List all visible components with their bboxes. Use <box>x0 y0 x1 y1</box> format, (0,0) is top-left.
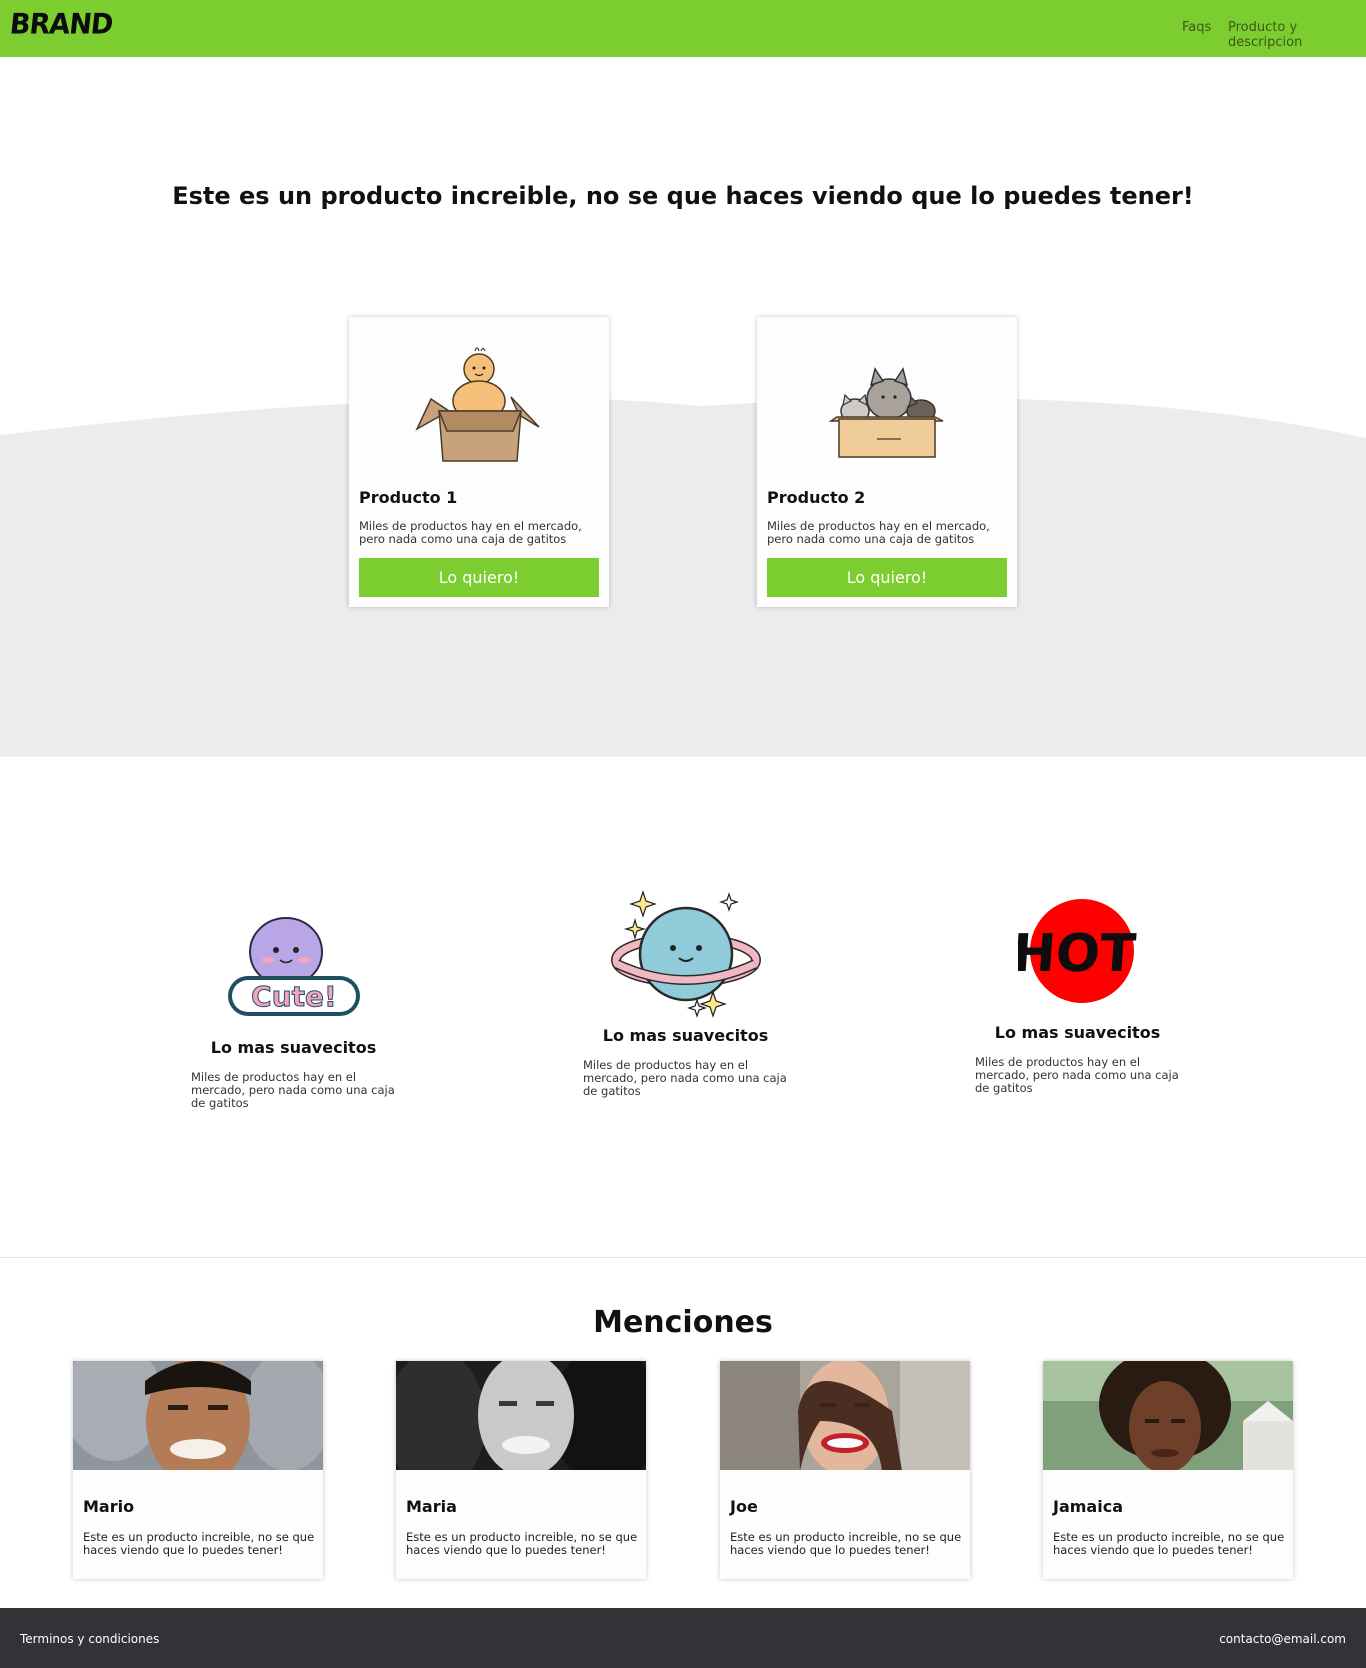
feature-description: Miles de productos hay en el mercado, pe… <box>975 1055 1179 1095</box>
feature-title: Lo mas suavecitos <box>210 1038 377 1057</box>
mention-text: Este es un producto increible, no se que… <box>83 1530 315 1557</box>
product-description: Miles de productos hay en el mercado, pe… <box>767 519 990 546</box>
jamaica-photo <box>1043 1361 1293 1470</box>
mention-name: Mario <box>83 1497 135 1516</box>
maria-photo <box>396 1361 646 1470</box>
mention-card: Joe Este es un producto increible, no se… <box>720 1361 970 1579</box>
product-title: Producto 2 <box>767 488 866 507</box>
product-card: Producto 2 Miles de productos hay en el … <box>757 317 1017 607</box>
navbar: BRAND Faqs Producto y descripcion <box>0 0 1366 57</box>
wave-background <box>0 398 1366 757</box>
buy-button[interactable]: Lo quiero! <box>359 558 599 597</box>
hot-sticker-icon: HOT <box>1018 899 1138 1003</box>
joe-photo <box>720 1361 970 1470</box>
brand-logo[interactable]: BRAND <box>8 8 114 41</box>
planet-sticker-icon <box>610 890 761 1018</box>
cats-in-box-illustration <box>828 367 944 458</box>
mention-card: Maria Este es un producto increible, no … <box>396 1361 646 1579</box>
footer: Terminos y condiciones contacto@email.co… <box>0 1608 1366 1668</box>
mario-photo <box>73 1361 323 1470</box>
mention-text: Este es un producto increible, no se que… <box>1053 1530 1285 1557</box>
hero-title: Este es un producto increible, no se que… <box>172 182 1194 210</box>
cute-sticker-icon: Cute! <box>227 917 360 1016</box>
svg-text:Cute!: Cute! <box>251 980 337 1013</box>
feature-item: Lo mas suavecitos Miles de productos hay… <box>583 888 788 1098</box>
svg-text:HOT: HOT <box>1018 924 1138 984</box>
mentions-title: Menciones <box>593 1305 773 1340</box>
baby-in-box-illustration <box>415 347 540 462</box>
mention-text: Este es un producto increible, no se que… <box>730 1530 962 1557</box>
product-description: Miles de productos hay en el mercado, pe… <box>359 519 582 546</box>
nav-link-faqs[interactable]: Faqs <box>1182 20 1211 35</box>
mention-card: Jamaica Este es un producto increible, n… <box>1043 1361 1293 1579</box>
mention-name: Jamaica <box>1053 1497 1123 1516</box>
product-title: Producto 1 <box>359 488 458 507</box>
mention-name: Joe <box>730 1497 758 1516</box>
feature-description: Miles de productos hay en el mercado, pe… <box>583 1058 787 1098</box>
section-divider <box>0 1257 1366 1258</box>
feature-item: HOT Lo mas suavecitos Miles de productos… <box>975 895 1180 1095</box>
contact-email-link[interactable]: contacto@email.com <box>1219 1632 1346 1646</box>
feature-item: Cute! Lo mas suavecitos Miles de product… <box>191 900 396 1110</box>
product-card: Producto 1 Miles de productos hay en el … <box>349 317 609 607</box>
mention-card: Mario Este es un producto increible, no … <box>73 1361 323 1579</box>
terms-link[interactable]: Terminos y condiciones <box>20 1632 159 1646</box>
mention-text: Este es un producto increible, no se que… <box>406 1530 638 1557</box>
nav-link-producto[interactable]: Producto y descripcion <box>1228 20 1366 50</box>
feature-description: Miles de productos hay en el mercado, pe… <box>191 1070 395 1110</box>
mention-name: Maria <box>406 1497 457 1516</box>
buy-button[interactable]: Lo quiero! <box>767 558 1007 597</box>
feature-title: Lo mas suavecitos <box>602 1026 769 1045</box>
feature-title: Lo mas suavecitos <box>994 1023 1161 1042</box>
